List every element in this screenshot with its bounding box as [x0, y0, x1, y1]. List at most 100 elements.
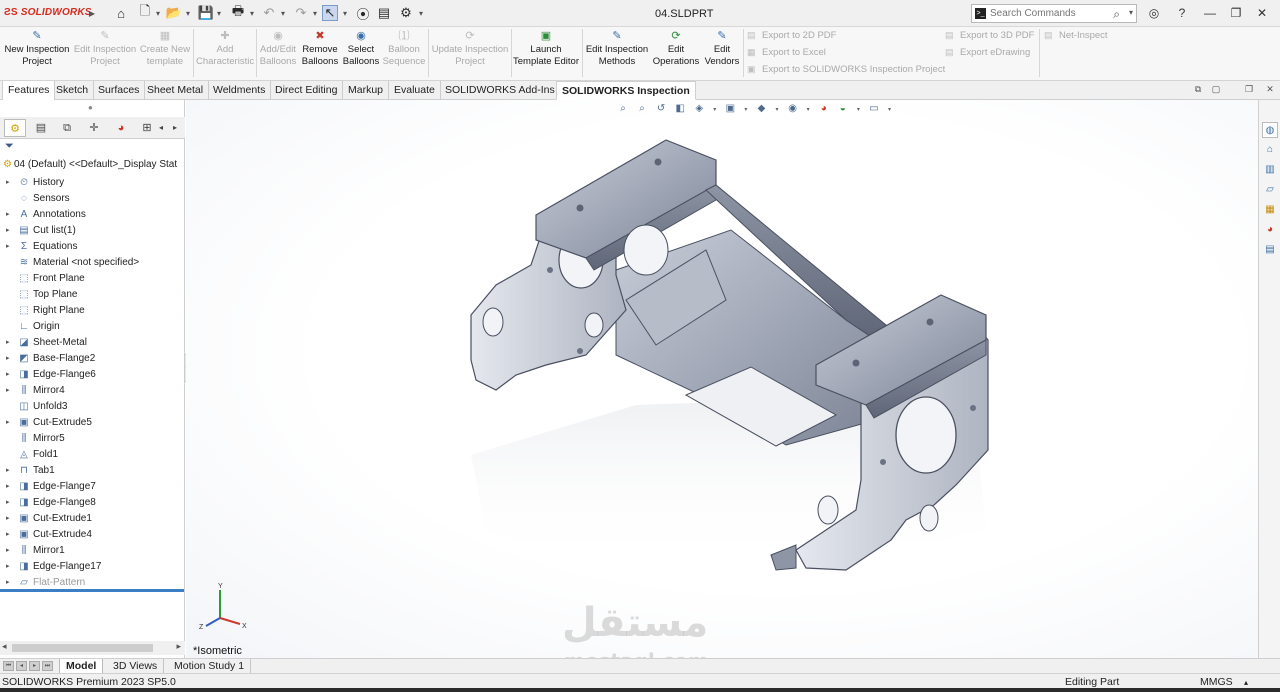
cam-tab-icon[interactable]: ⊞ [136, 119, 158, 137]
tree-item[interactable]: ⬚ Top Plane [0, 287, 185, 303]
tree-item[interactable]: ⬚ Front Plane [0, 271, 185, 287]
options-dropdown-icon[interactable]: ▾ [417, 5, 425, 21]
undo-dropdown-icon[interactable]: ▾ [279, 5, 287, 21]
search-dropdown-icon[interactable]: ▾ [1129, 8, 1133, 17]
first-tab-icon[interactable]: ⏮ [3, 661, 14, 671]
redo-dropdown-icon[interactable]: ▾ [311, 5, 319, 21]
view-palette-icon[interactable]: ▦ [1262, 202, 1278, 218]
tab-solidworks-inspection[interactable]: SOLIDWORKS Inspection [556, 81, 696, 100]
tree-item[interactable]: ◌ Sensors [0, 191, 185, 207]
tree-item[interactable]: ▸ ⏲ History [0, 175, 185, 191]
export-edrawing-button[interactable]: ▤ Export eDrawing [945, 47, 1030, 61]
tree-item[interactable]: ▸ ◨ Edge-Flange17 [0, 559, 185, 575]
export-sw-inspection-project-button[interactable]: ▣ Export to SOLIDWORKS Inspection Project [747, 64, 945, 78]
update-inspection-project-button[interactable]: ⟳ Update Inspection Project [430, 29, 510, 79]
select-arrow-icon[interactable]: ↖ [322, 5, 338, 21]
custom-properties-icon[interactable]: ▤ [1262, 242, 1278, 258]
tree-item[interactable]: ▸ Σ Equations [0, 239, 185, 255]
display-manager-tab-icon[interactable]: ◕ [110, 119, 132, 137]
minimize-icon[interactable]: — [1202, 5, 1218, 21]
tabs-scroll-right-icon[interactable]: ▸ [170, 119, 180, 137]
filter-icon[interactable]: ⏷ [5, 140, 14, 153]
tab-motion-study[interactable]: Motion Study 1 [168, 659, 252, 674]
tab-solidworks-add-ins[interactable]: SOLIDWORKS Add-Ins [440, 81, 561, 100]
tree-item[interactable]: ▸ ⫼ Mirror1 [0, 543, 185, 559]
tree-item[interactable]: ▸ ▣ Cut-Extrude5 [0, 415, 185, 431]
rollback-bar[interactable] [0, 589, 184, 592]
new-inspection-project-button[interactable]: ✎ New Inspection Project [3, 29, 71, 79]
tree-item[interactable]: ▸ ▣ Cut-Extrude1 [0, 511, 185, 527]
new-dropdown-icon[interactable]: ▾ [154, 5, 162, 21]
last-tab-icon[interactable]: ⏭ [42, 661, 53, 671]
property-manager-tab-icon[interactable]: ▤ [30, 119, 52, 137]
close-icon[interactable]: ✕ [1254, 5, 1270, 21]
balloon-sequence-button[interactable]: ⑴ Balloon Sequence [382, 29, 426, 79]
tree-horizontal-scrollbar[interactable]: ◂ ▸ [0, 641, 185, 655]
doc-close-icon[interactable]: ✕ [1264, 84, 1276, 96]
expand-arrow-icon[interactable]: ▸ [6, 351, 14, 367]
options-gear-icon[interactable]: ⚙ [398, 5, 414, 21]
tree-item[interactable]: ▸ ◨ Edge-Flange7 [0, 479, 185, 495]
home-icon[interactable]: ⌂ [113, 5, 129, 21]
tabs-scroll-left-icon[interactable]: ◂ [156, 119, 166, 137]
expand-arrow-icon[interactable]: ▸ [6, 207, 14, 223]
previous-tab-icon[interactable]: ◂ [16, 661, 27, 671]
tree-item[interactable]: ◬ Fold1 [0, 447, 185, 463]
net-inspect-button[interactable]: ▤ Net-Inspect [1044, 30, 1108, 44]
tree-item[interactable]: ∟ Origin [0, 319, 185, 335]
expand-arrow-icon[interactable]: ▸ [6, 239, 14, 255]
expand-arrow-icon[interactable]: ▸ [6, 527, 14, 543]
open-icon[interactable]: 📂 [166, 5, 182, 21]
tree-item[interactable]: ▸ ◪ Sheet-Metal [0, 335, 185, 351]
edit-vendors-button[interactable]: ✎ Edit Vendors [703, 29, 741, 79]
expand-arrow-icon[interactable]: ▸ [6, 559, 14, 575]
graphics-area[interactable]: ⌕ ⌕ ↺ ◧ ◈ ▾ ▣ ▾ ◆ ▾ ◉ ▾ ◕ ◒ ▾ ▭ ▾ Y X Z … [186, 100, 1258, 658]
expand-arrow-icon[interactable]: ▸ [6, 335, 14, 351]
tab-features[interactable]: Features [2, 81, 56, 100]
tree-item[interactable]: ▸ ⊓ Tab1 [0, 463, 185, 479]
undo-icon[interactable]: ↶ [261, 5, 277, 21]
rebuild-icon[interactable]: ⦿ [355, 5, 371, 22]
select-balloons-button[interactable]: ◉ Select Balloons [341, 29, 381, 79]
tree-item[interactable]: ⬚ Right Plane [0, 303, 185, 319]
expand-arrow-icon[interactable]: ▸ [6, 479, 14, 495]
tree-item[interactable]: ▸ A Annotations [0, 207, 185, 223]
feature-manager-tab-icon[interactable]: ⚙ [4, 119, 26, 137]
tab-weldments[interactable]: Weldments [208, 81, 272, 100]
edit-inspection-methods-button[interactable]: ✎ Edit Inspection Methods [585, 29, 649, 79]
tree-item[interactable]: ▸ ▤ Cut list(1) [0, 223, 185, 239]
new-document-icon[interactable]: 🗋 [137, 3, 153, 21]
tab-direct-editing[interactable]: Direct Editing [270, 81, 344, 100]
part-model-view[interactable] [186, 100, 1258, 658]
tab-surfaces[interactable]: Surfaces [93, 81, 146, 100]
file-explorer-icon[interactable]: ▱ [1262, 182, 1278, 198]
print-icon[interactable]: 🖶 [230, 3, 246, 21]
edit-inspection-project-button[interactable]: ✎ Edit Inspection Project [72, 29, 138, 79]
units-dropdown-icon[interactable]: ▴ [1244, 678, 1248, 687]
tree-item[interactable]: ▸ ◩ Base-Flange2 [0, 351, 185, 367]
expand-arrow-icon[interactable]: ▸ [6, 367, 14, 383]
tab-sheet-metal[interactable]: Sheet Metal [142, 81, 210, 100]
tree-item[interactable]: ◫ Unfold3 [0, 399, 185, 415]
add-characteristic-button[interactable]: ✚ Add Characteristic [196, 29, 254, 79]
search-input[interactable] [990, 6, 1100, 21]
tree-item[interactable]: ▸ ◨ Edge-Flange6 [0, 367, 185, 383]
tab-markup[interactable]: Markup [343, 81, 390, 100]
launch-template-editor-button[interactable]: ▣ Launch Template Editor [513, 29, 579, 79]
tree-item[interactable]: ⫼ Mirror5 [0, 431, 185, 447]
panel-grip-icon[interactable]: ● [88, 103, 93, 112]
menu-expand-icon[interactable]: ▶ [88, 5, 96, 21]
tree-item[interactable]: ≋ Material <not specified> [0, 255, 185, 271]
design-library-icon[interactable]: ▥ [1262, 162, 1278, 178]
tab-evaluate[interactable]: Evaluate [389, 81, 441, 100]
user-account-icon[interactable]: ◎ [1146, 5, 1162, 21]
expand-arrow-icon[interactable]: ▸ [6, 495, 14, 511]
scroll-right-icon[interactable]: ▸ [176, 641, 181, 652]
float-icon[interactable]: ▢ [1210, 84, 1222, 96]
solidworks-resources-icon[interactable]: ◍ [1262, 122, 1278, 138]
open-dropdown-icon[interactable]: ▾ [184, 5, 192, 21]
restore-icon[interactable]: ❐ [1228, 5, 1244, 21]
tab-sketch[interactable]: Sketch [51, 81, 95, 100]
expand-arrow-icon[interactable]: ▸ [6, 175, 14, 191]
print-dropdown-icon[interactable]: ▾ [248, 5, 256, 21]
